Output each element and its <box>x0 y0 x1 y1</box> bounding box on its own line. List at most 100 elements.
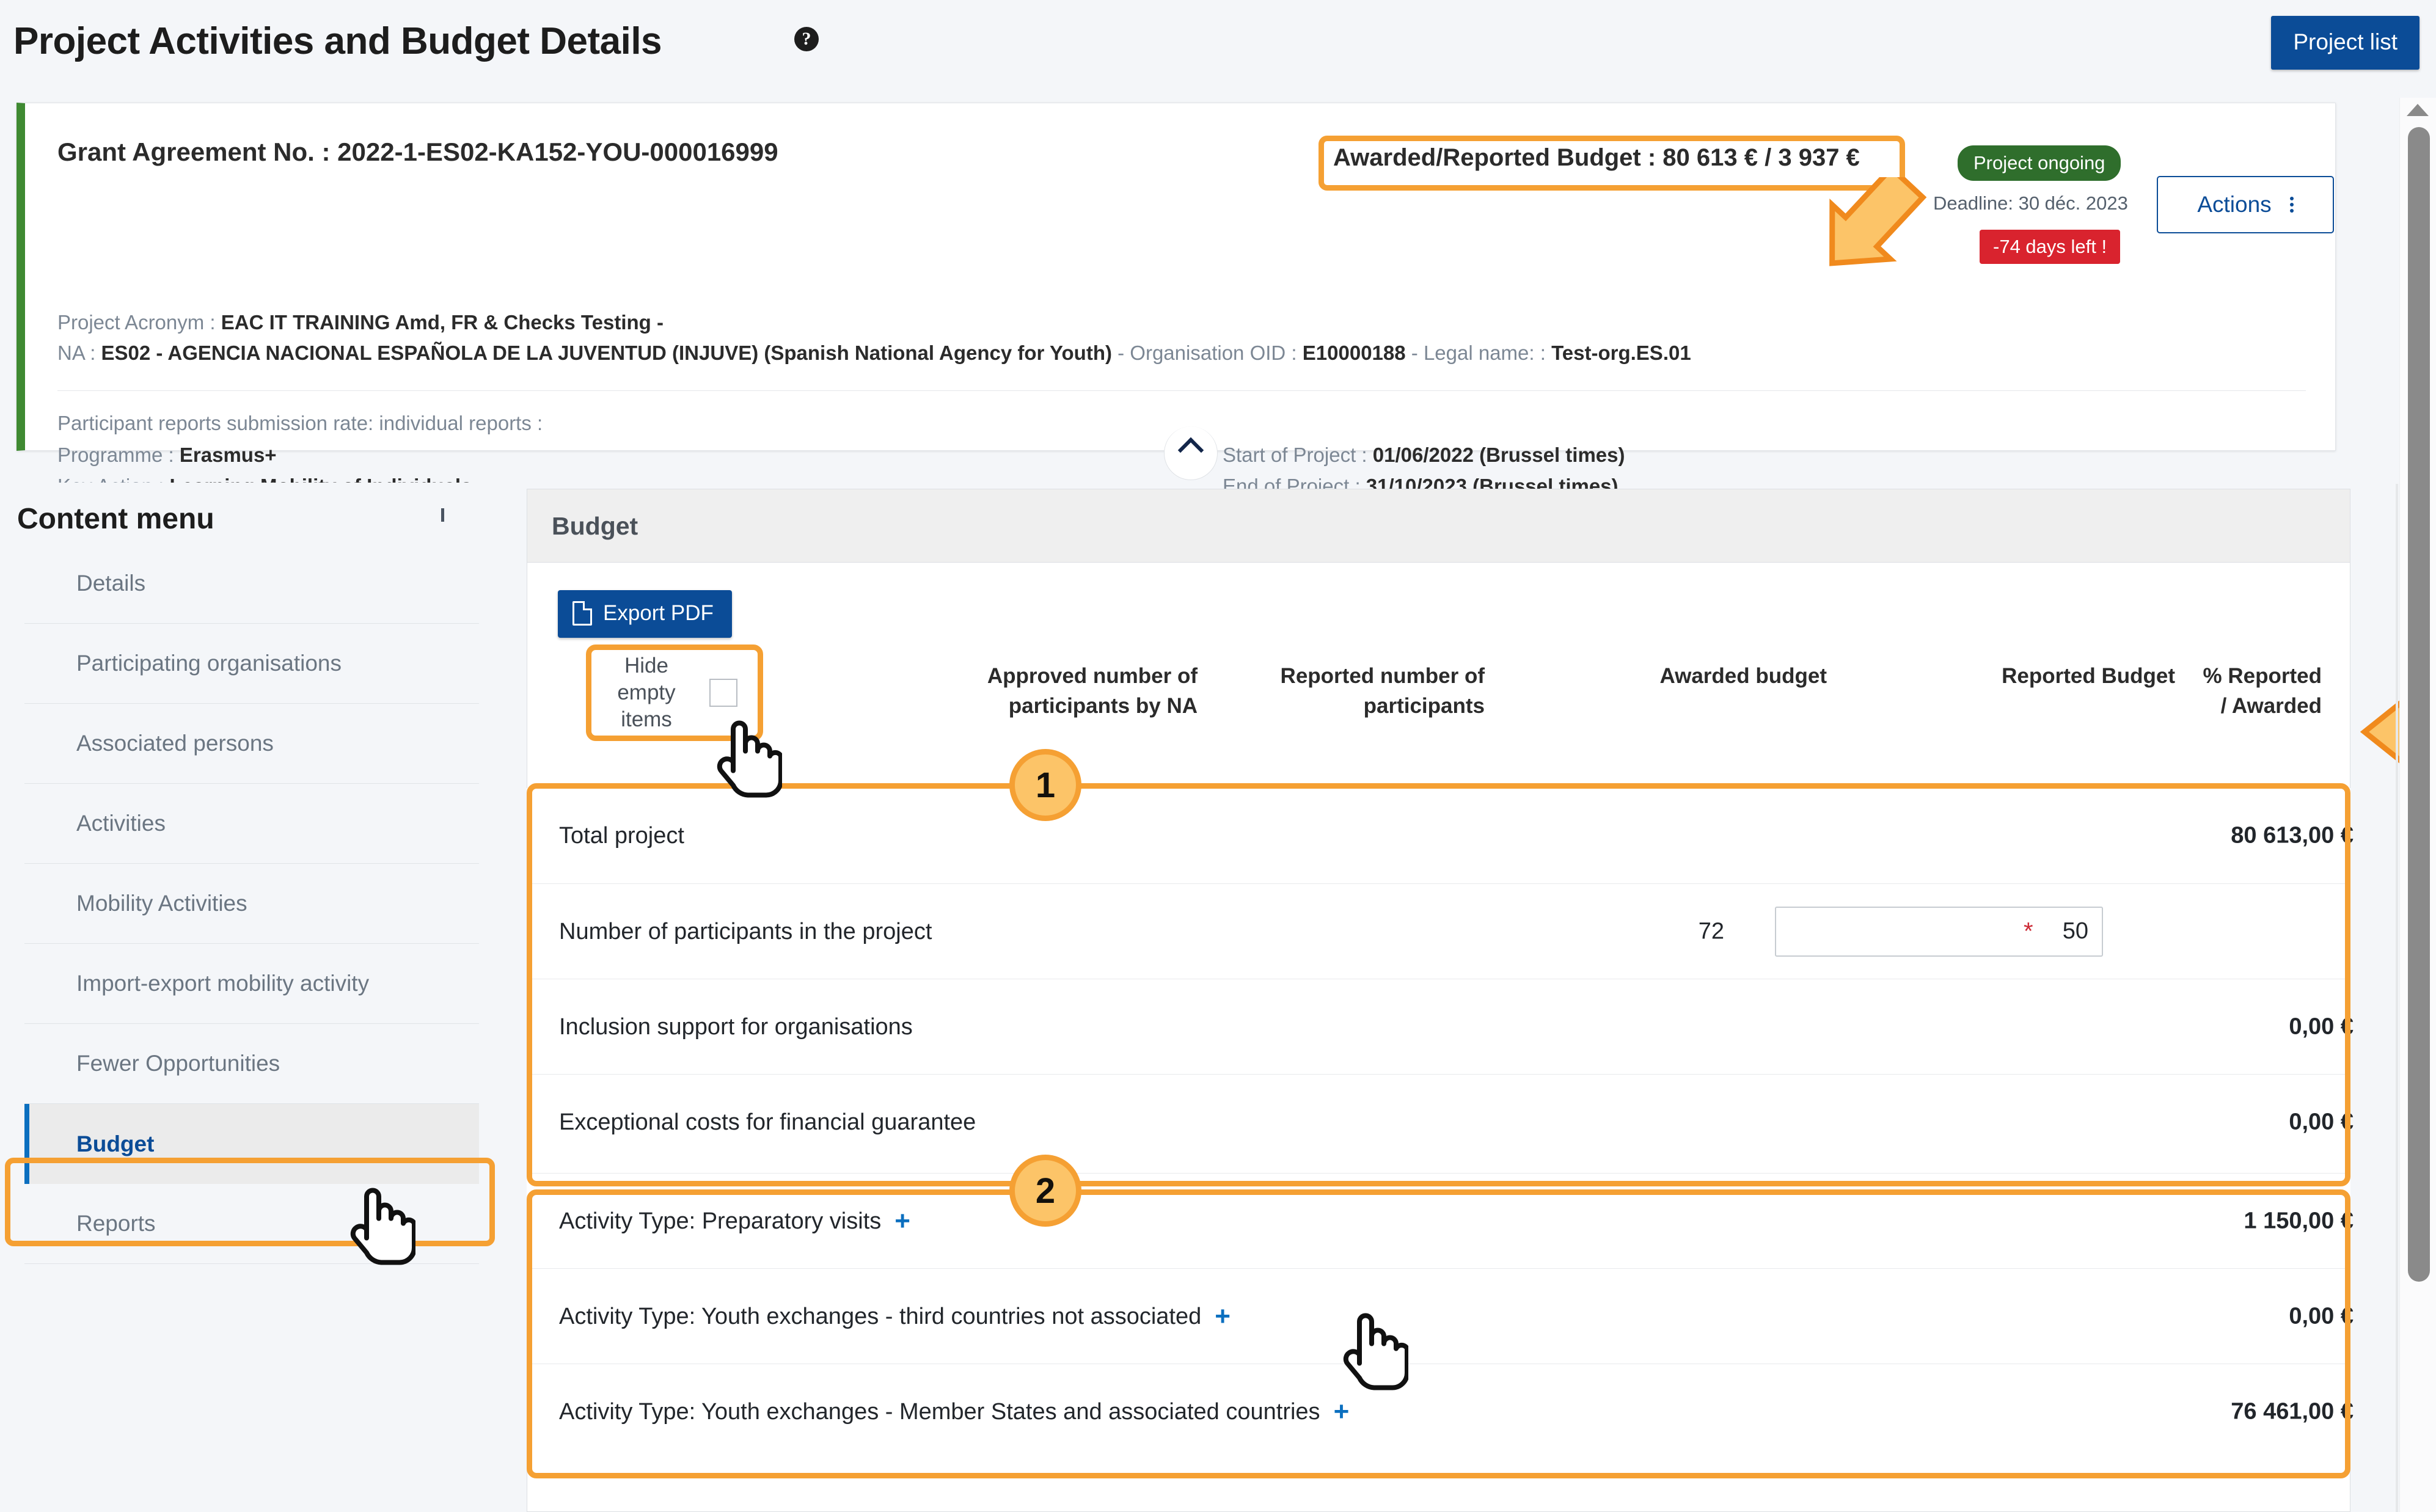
hide-empty-items-control[interactable]: Hide empty items <box>594 653 769 732</box>
start-of-project-line: Start of Project : 01/06/2022 (Brussel t… <box>1223 444 1625 467</box>
grant-agreement-value: 2022-1-ES02-KA152-YOU-000016999 <box>337 137 778 166</box>
help-icon[interactable]: ? <box>794 27 819 51</box>
row-awarded-budget: 0,00 € <box>2289 1303 2354 1329</box>
panel-scrollbar-track[interactable] <box>2396 484 2398 1512</box>
legal-name-value: Test-org.ES.01 <box>1551 341 1691 364</box>
collapse-card-button[interactable] <box>1164 426 1218 480</box>
page-header: Project Activities and Budget Details ? … <box>0 0 2436 98</box>
row-reported-participants-group[interactable] <box>1775 906 2103 957</box>
sidebar-item-import-export-mobility-activity[interactable]: Import-export mobility activity <box>24 944 479 1024</box>
oid-value: E10000188 <box>1302 341 1406 364</box>
row-approved-participants: 72 <box>1698 918 1724 944</box>
awarded-budget-highlight-box <box>1319 136 1905 191</box>
content-menu-sidebar: Content menu Details Participating organ… <box>0 483 501 1512</box>
table-row: Number of participants in the project 72… <box>527 883 2350 979</box>
sidebar-item-label: Details <box>76 571 146 596</box>
row-label: Activity Type: Youth exchanges - third c… <box>559 1301 1231 1332</box>
row-label: Activity Type: Preparatory visits + <box>559 1205 910 1237</box>
sidebar-item-label: Activities <box>76 811 166 836</box>
actions-button[interactable]: Actions <box>2157 176 2334 233</box>
column-header-approved-participants: Approved number of participants by NA <box>987 664 1198 718</box>
column-header-reported-participants: Reported number of participants <box>1280 664 1485 718</box>
sidebar-item-budget[interactable]: Budget <box>24 1104 479 1184</box>
row-reported-participants-input[interactable] <box>1775 906 2103 957</box>
sidebar-item-details[interactable]: Details <box>24 544 479 624</box>
chevron-up-icon <box>1177 437 1204 464</box>
pdf-file-icon <box>572 601 592 626</box>
sidebar-item-mobility-activities[interactable]: Mobility Activities <box>24 864 479 944</box>
programme-value: Erasmus+ <box>179 444 277 466</box>
budget-panel-title: Budget <box>552 512 638 540</box>
sidebar-item-label: Associated persons <box>76 731 274 756</box>
start-value: 01/06/2022 (Brussel times) <box>1372 444 1625 466</box>
sidebar-item-associated-persons[interactable]: Associated persons <box>24 704 479 784</box>
export-pdf-label: Export PDF <box>603 601 714 625</box>
sidebar-item-reports[interactable]: Reports <box>24 1184 479 1264</box>
sidebar-collapse-button[interactable] <box>441 508 462 529</box>
row-awarded-budget: 1 150,00 € <box>2244 1208 2354 1233</box>
sidebar-item-label: Participating organisations <box>76 651 342 676</box>
card-divider <box>57 390 2306 391</box>
legal-name-label: - Legal name: : <box>1411 341 1546 364</box>
deadline-text: Deadline: 30 déc. 2023 <box>1933 192 2128 214</box>
column-header-percent-reported-awarded: % Reported / Awarded <box>2203 664 2322 718</box>
row-label: Total project <box>559 823 684 849</box>
sidebar-item-label: Reports <box>76 1211 156 1236</box>
export-pdf-button[interactable]: Export PDF <box>558 590 732 638</box>
row-label-text: Activity Type: Preparatory visits <box>559 1208 882 1234</box>
table-row: Total project 80 613,00 € € 4.88 % <box>527 788 2354 883</box>
expand-plus-icon[interactable]: + <box>894 1207 910 1234</box>
row-label: Inclusion support for organisations <box>559 1013 913 1040</box>
callout-badge-2: 2 <box>1009 1155 1081 1227</box>
sidebar-item-participating-organisations[interactable]: Participating organisations <box>24 624 479 704</box>
grant-agreement-label: Grant Agreement No. : <box>57 137 331 166</box>
programme-line: Programme : Erasmus+ <box>57 444 277 467</box>
row-label-text: Activity Type: Youth exchanges - third c… <box>559 1303 1202 1329</box>
page-title: Project Activities and Budget Details <box>13 20 662 62</box>
table-row: Activity Type: Youth exchanges - Member … <box>527 1364 2354 1459</box>
table-row: Inclusion support for organisations 0,00… <box>527 979 2354 1074</box>
na-value: ES02 - AGENCIA NACIONAL ESPAÑOLA DE LA J… <box>101 341 1112 364</box>
callout-badge-1: 1 <box>1009 749 1081 821</box>
hide-empty-items-checkbox[interactable] <box>709 679 737 707</box>
row-awarded-budget: 0,00 € <box>2289 1013 2354 1039</box>
na-line: NA : ES02 - AGENCIA NACIONAL ESPAÑOLA DE… <box>57 341 1691 365</box>
submission-rate-line: Participant reports submission rate: ind… <box>57 412 543 434</box>
sidebar-item-activities[interactable]: Activities <box>24 784 479 864</box>
oid-label: - Organisation OID : <box>1117 341 1297 364</box>
table-row: Activity Type: Youth exchanges - third c… <box>527 1268 2354 1364</box>
scroll-up-arrow-icon[interactable] <box>2407 104 2429 116</box>
sidebar-item-label: Budget <box>76 1131 155 1156</box>
row-label: Number of participants in the project <box>559 918 932 944</box>
sidebar-item-label: Mobility Activities <box>76 891 247 916</box>
row-awarded-budget: 80 613,00 € <box>2231 822 2354 849</box>
hide-empty-items-label: Hide empty items <box>617 654 676 731</box>
chevron-left-icon <box>441 508 444 522</box>
row-awarded-budget: 0,00 € <box>2289 1109 2354 1134</box>
na-label: NA : <box>57 341 96 364</box>
kebab-menu-icon[interactable] <box>2289 197 2294 213</box>
expand-plus-icon[interactable]: + <box>1215 1302 1231 1329</box>
sidebar-item-fewer-opportunities[interactable]: Fewer Opportunities <box>24 1024 479 1104</box>
page-scrollbar-thumb[interactable] <box>2408 127 2430 1282</box>
budget-table: Total project 80 613,00 € € 4.88 % Numbe… <box>527 788 2354 1459</box>
row-label-text: Activity Type: Youth exchanges - Member … <box>559 1398 1320 1425</box>
status-badge: Project ongoing <box>1958 145 2121 181</box>
project-list-button[interactable]: Project list <box>2271 16 2420 70</box>
acronym-value: EAC IT TRAINING Amd, FR & Checks Testing… <box>221 311 664 334</box>
programme-label: Programme : <box>57 444 174 466</box>
start-label: Start of Project : <box>1223 444 1367 466</box>
row-label: Activity Type: Youth exchanges - Member … <box>559 1396 1349 1428</box>
grant-agreement-line: Grant Agreement No. : 2022-1-ES02-KA152-… <box>57 137 778 167</box>
sidebar-list: Details Participating organisations Asso… <box>0 544 501 1264</box>
project-acronym-line: Project Acronym : EAC IT TRAINING Amd, F… <box>57 311 664 334</box>
table-row: Activity Type: Preparatory visits + 1 15… <box>527 1173 2354 1268</box>
expand-plus-icon[interactable]: + <box>1334 1398 1350 1425</box>
actions-label: Actions <box>2197 192 2272 217</box>
sidebar-title: Content menu <box>17 503 214 535</box>
sidebar-item-label: Fewer Opportunities <box>76 1051 280 1076</box>
sidebar-item-label: Import-export mobility activity <box>76 971 370 996</box>
column-header-awarded-budget: Awarded budget <box>1659 664 1827 688</box>
days-left-badge: -74 days left ! <box>1980 230 2121 264</box>
acronym-label: Project Acronym : <box>57 311 216 334</box>
